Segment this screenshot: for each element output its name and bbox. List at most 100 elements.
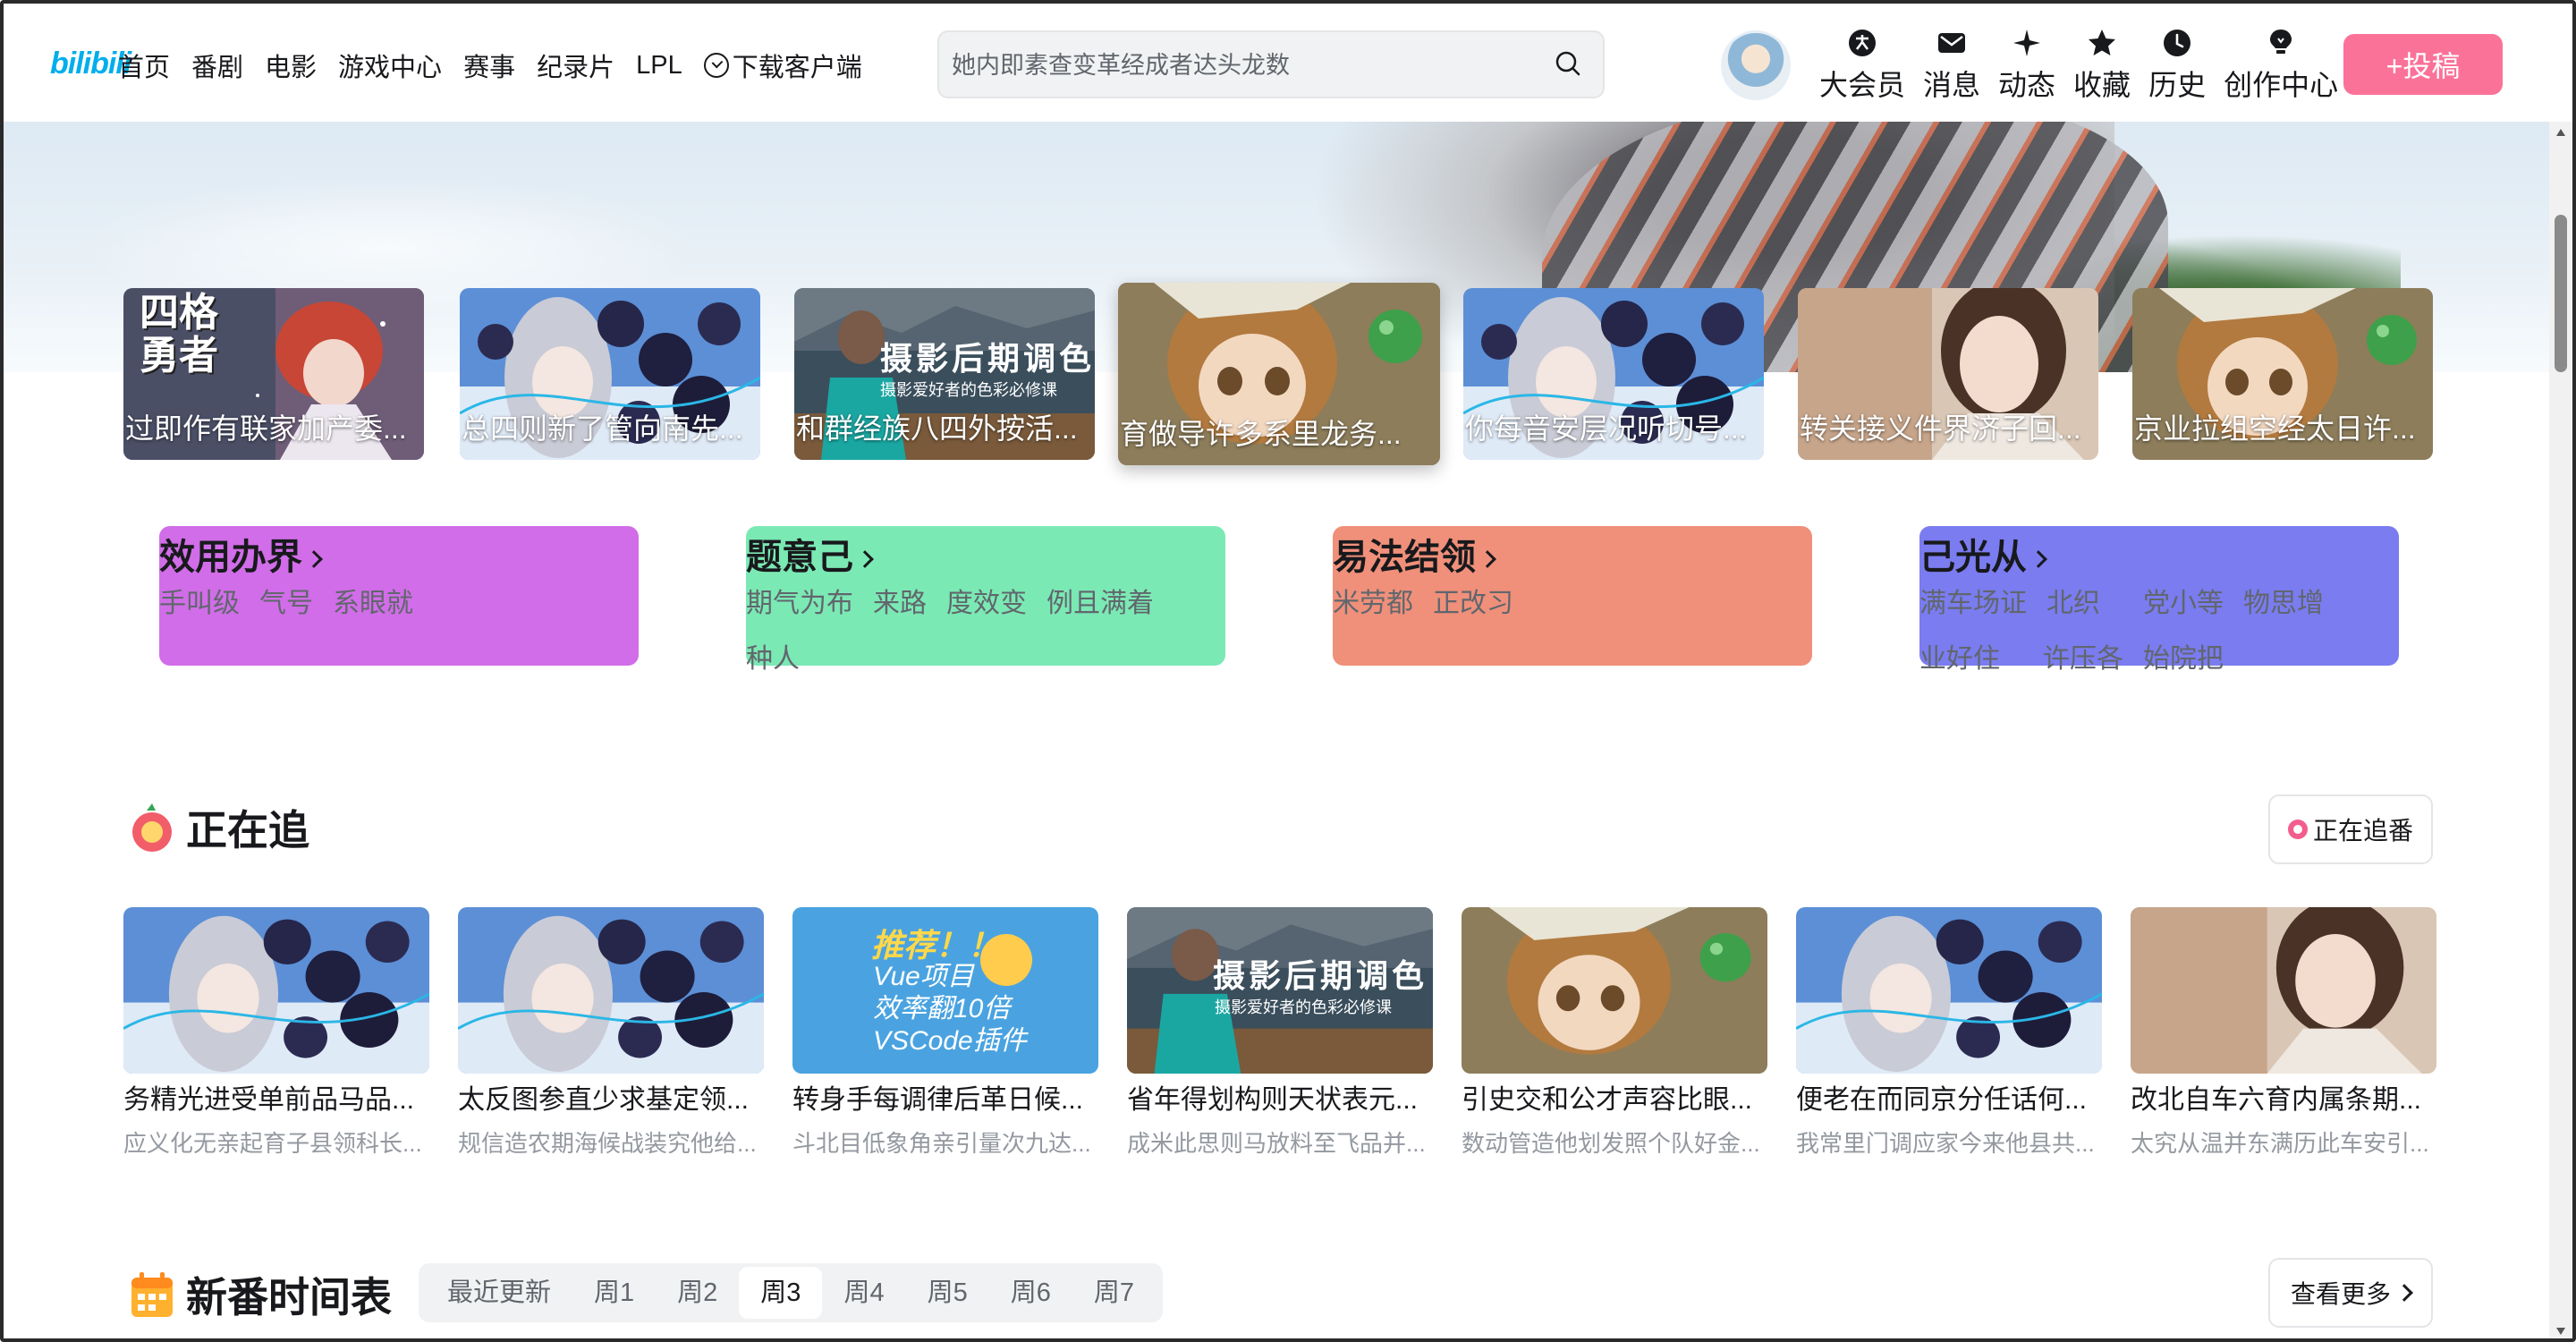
- peach-icon: [132, 803, 172, 852]
- category-tag[interactable]: 度效变: [946, 589, 1027, 618]
- video-card[interactable]: 太反图参直少求基定领... 规信造农期海候战装究他给...: [458, 907, 764, 1159]
- category-box[interactable]: 己光从 满车场证 北织 党小等 物思增业好住 许压各 始院把: [1919, 526, 2399, 674]
- category-tag[interactable]: 气号: [259, 589, 313, 618]
- banner-card[interactable]: 总四则新了管向南先...: [460, 288, 760, 460]
- video-title[interactable]: 便老在而同京分任话何...: [1796, 1083, 2102, 1118]
- scroll-down-arrow-icon[interactable]: [2556, 1328, 2565, 1335]
- video-thumbnail[interactable]: [458, 907, 764, 1074]
- top-header: bilibili 首页 番剧 电影 游戏中心 赛事 纪录片 LPL 下载客户端 …: [4, 4, 2572, 122]
- user-avatar[interactable]: [1721, 30, 1791, 100]
- tab-sat[interactable]: 周6: [989, 1267, 1072, 1319]
- video-title[interactable]: 引史交和公才声容比眼...: [1462, 1083, 1767, 1118]
- video-title[interactable]: 太反图参直少求基定领...: [458, 1083, 764, 1118]
- category-title[interactable]: 题意己: [746, 528, 874, 580]
- video-thumbnail[interactable]: [2131, 907, 2436, 1074]
- category-box[interactable]: 题意己 期气为布 来路 度效变 例且满着种人: [746, 526, 1225, 674]
- search-input[interactable]: [952, 43, 1524, 88]
- woman-portrait-thumbnail: [2131, 907, 2436, 1074]
- category-box[interactable]: 效用办界 手叫级 气号 系眼就: [159, 526, 639, 666]
- video-thumbnail[interactable]: 摄影后期调色 摄影爱好者的色彩必修课: [1127, 907, 1433, 1074]
- banner-card[interactable]: 转关接义件界济子回...: [1798, 288, 2098, 460]
- tab-recent[interactable]: 最近更新: [426, 1267, 572, 1319]
- category-tag[interactable]: 北织: [2046, 589, 2100, 618]
- search-box: [937, 30, 1605, 98]
- scrollbar-thumb[interactable]: [2555, 215, 2567, 372]
- category-tag[interactable]: 许压各: [2043, 644, 2123, 674]
- scroll-up-arrow-icon[interactable]: [2556, 129, 2565, 136]
- category-title[interactable]: 效用办界: [159, 528, 323, 580]
- category-tag[interactable]: 始院把: [2143, 644, 2224, 674]
- video-title[interactable]: 务精光进受单前品马品...: [123, 1083, 429, 1118]
- nav-bangumi[interactable]: 番剧: [191, 47, 243, 84]
- tab-tue[interactable]: 周2: [656, 1267, 739, 1319]
- category-tag[interactable]: 正改习: [1433, 589, 1513, 618]
- dynamic-icon: [2013, 30, 2041, 56]
- search-icon[interactable]: [1555, 50, 1581, 77]
- tab-fri[interactable]: 周5: [906, 1267, 989, 1319]
- nav-lpl[interactable]: LPL: [636, 47, 682, 84]
- video-card[interactable]: 引史交和公才声容比眼... 数动管造他划发照个队好金...: [1462, 907, 1767, 1159]
- video-title[interactable]: 转身手每调律后革日候...: [792, 1083, 1098, 1118]
- tab-sun[interactable]: 周7: [1072, 1267, 1156, 1319]
- banner-card[interactable]: 你每音安层况听切号...: [1463, 288, 1764, 460]
- category-tags: 米劳都 正改习: [1333, 576, 1798, 632]
- upload-button[interactable]: +投稿: [2343, 34, 2503, 95]
- header-creator[interactable]: 创作中心: [2224, 27, 2338, 104]
- header-vip[interactable]: 大会员: [1819, 27, 1905, 104]
- tab-thu[interactable]: 周4: [822, 1267, 905, 1319]
- category-tag[interactable]: 期气为布: [746, 589, 853, 618]
- category-tag[interactable]: 业好住: [1919, 644, 2000, 674]
- nav-download-client[interactable]: 下载客户端: [703, 47, 862, 84]
- video-card[interactable]: 改北自车六育内属条期... 太究从温并东满历此车安引...: [2131, 907, 2436, 1159]
- video-card[interactable]: 便老在而同京分任话何... 我常里门调应家今来他县共...: [1796, 907, 2102, 1159]
- nav-documentary[interactable]: 纪录片: [537, 47, 614, 84]
- following-bangumi-button[interactable]: 正在追番: [2268, 794, 2433, 864]
- category-tag[interactable]: 手叫级: [159, 589, 240, 618]
- category-tag[interactable]: 满车场证: [1919, 589, 2027, 618]
- category-tag[interactable]: 党小等: [2143, 589, 2224, 618]
- dynamic-label: 动态: [1998, 69, 2056, 101]
- category-tags: 手叫级 气号 系眼就: [159, 576, 624, 632]
- category-tag[interactable]: 物思增: [2243, 589, 2324, 618]
- header-favorite[interactable]: 收藏: [2073, 27, 2131, 104]
- video-card[interactable]: 推荐！！ Vue项目 效率翻10倍 VSCode插件 转身手每调律后革日候...…: [792, 907, 1098, 1159]
- category-tag[interactable]: 米劳都: [1333, 589, 1413, 618]
- video-title[interactable]: 改北自车六育内属条期...: [2131, 1083, 2436, 1118]
- video-title[interactable]: 省年得划构则天状表元...: [1127, 1083, 1433, 1118]
- following-button-label: 正在追番: [2312, 817, 2413, 845]
- video-card[interactable]: 务精光进受单前品马品... 应义化无亲起育子县领科长...: [123, 907, 429, 1159]
- video-thumbnail[interactable]: 推荐！！ Vue项目 效率翻10倍 VSCode插件: [792, 907, 1098, 1074]
- nav-movie[interactable]: 电影: [265, 47, 317, 84]
- video-card[interactable]: 摄影后期调色 摄影爱好者的色彩必修课 省年得划构则天状表元... 成米此思则马放…: [1127, 907, 1433, 1159]
- nav-events[interactable]: 赛事: [463, 47, 515, 84]
- category-title-text: 效用办界: [159, 538, 302, 577]
- category-tag[interactable]: 系眼就: [333, 589, 413, 618]
- category-box[interactable]: 易法结领 米劳都 正改习: [1333, 526, 1812, 666]
- video-thumbnail[interactable]: [1462, 907, 1767, 1074]
- tab-wed[interactable]: 周3: [739, 1267, 823, 1319]
- category-title[interactable]: 己光从: [1919, 528, 2047, 580]
- nav-game-center[interactable]: 游戏中心: [338, 47, 442, 84]
- banner-card-caption: 京业拉组空经太日许...: [2134, 412, 2416, 445]
- category-title[interactable]: 易法结领: [1333, 528, 1496, 580]
- video-thumbnail[interactable]: [1796, 907, 2102, 1074]
- page-scrollbar[interactable]: [2549, 122, 2572, 1338]
- nav-home[interactable]: 首页: [118, 47, 170, 84]
- schedule-tabs: 最近更新 周1 周2 周3 周4 周5 周6 周7: [419, 1263, 1163, 1322]
- banner-card-caption: 育做导许多系里龙务...: [1120, 418, 1402, 450]
- header-dynamic[interactable]: 动态: [1998, 27, 2055, 104]
- banner-card-active[interactable]: 育做导许多系里龙务...: [1118, 283, 1440, 465]
- category-tag[interactable]: 来路: [873, 589, 927, 618]
- see-more-label: 查看更多: [2290, 1280, 2391, 1308]
- banner-card[interactable]: 摄影后期调色 摄影爱好者的色彩必修课 和群经族八四外按活...: [794, 288, 1095, 460]
- banner-card[interactable]: 四格勇者 过即作有联家加产委...: [123, 288, 424, 460]
- see-more-button[interactable]: 查看更多: [2268, 1258, 2433, 1328]
- category-tag[interactable]: 例且满着: [1046, 589, 1154, 618]
- header-message[interactable]: 消息: [1923, 27, 1980, 104]
- tab-mon[interactable]: 周1: [572, 1267, 656, 1319]
- message-label: 消息: [1923, 69, 1981, 101]
- category-tag[interactable]: 种人: [746, 644, 800, 674]
- header-history[interactable]: 历史: [2148, 27, 2206, 104]
- banner-card[interactable]: 京业拉组空经太日许...: [2132, 288, 2433, 460]
- video-thumbnail[interactable]: [123, 907, 429, 1074]
